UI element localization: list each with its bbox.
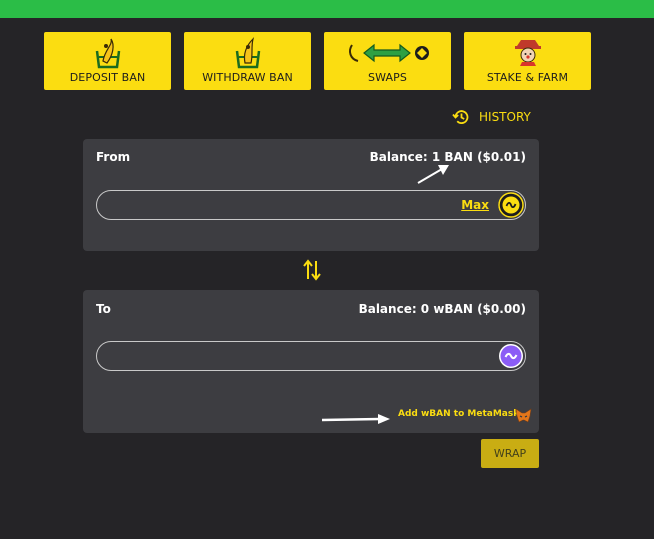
ban-coin-icon	[498, 192, 524, 218]
history-link[interactable]: HISTORY	[452, 108, 531, 126]
from-amount-input[interactable]	[109, 195, 443, 217]
annotation-arrow-metamask	[321, 414, 390, 424]
metamask-fox-icon[interactable]	[515, 408, 532, 423]
to-title: To	[96, 302, 111, 316]
from-amount-field[interactable]: Max	[96, 190, 526, 220]
max-button[interactable]: Max	[461, 198, 489, 212]
to-amount-input[interactable]	[109, 346, 443, 368]
from-balance: Balance: 1 BAN ($0.01)	[369, 150, 526, 164]
deposit-ban-label: DEPOSIT BAN	[69, 71, 146, 84]
from-card: From Balance: 1 BAN ($0.01) Max	[83, 139, 539, 251]
withdraw-ban-label: WITHDRAW BAN	[202, 71, 293, 84]
withdraw-ban-button[interactable]: WITHDRAW BAN	[184, 32, 311, 90]
to-amount-field[interactable]	[96, 341, 526, 371]
banana-withdraw-icon	[233, 36, 263, 70]
to-balance: Balance: 0 wBAN ($0.00)	[358, 302, 526, 316]
from-title: From	[96, 150, 131, 164]
stake-farm-button[interactable]: STAKE & FARM	[464, 32, 591, 90]
banana-deposit-icon	[93, 36, 123, 70]
scarecrow-icon	[513, 36, 543, 70]
swap-arrows-icon[interactable]	[302, 259, 322, 281]
add-to-metamask-link[interactable]: Add wBAN to MetaMask	[398, 409, 519, 419]
swaps-button[interactable]: SWAPS	[324, 32, 451, 90]
swap-icon	[346, 36, 430, 70]
wban-coin-icon	[499, 344, 523, 368]
history-icon	[452, 110, 469, 124]
top-bar	[0, 0, 654, 18]
stake-farm-label: STAKE & FARM	[486, 71, 569, 84]
annotation-arrow-balance	[417, 165, 449, 184]
deposit-ban-button[interactable]: DEPOSIT BAN	[44, 32, 171, 90]
wrap-button[interactable]: WRAP	[481, 439, 539, 468]
swaps-label: SWAPS	[368, 71, 407, 84]
history-label: HISTORY	[479, 110, 531, 124]
